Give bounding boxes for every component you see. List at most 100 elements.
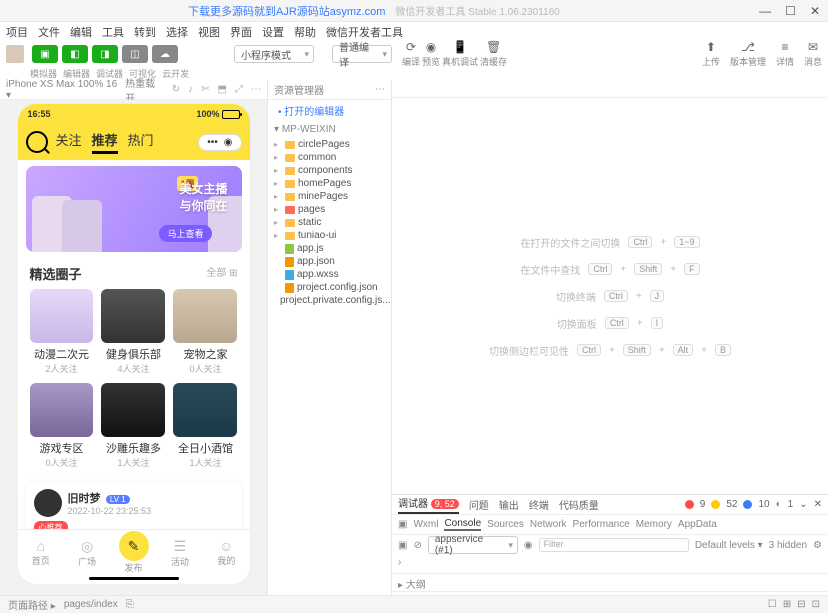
file[interactable]: app.json — [272, 255, 391, 268]
info-dot[interactable] — [743, 500, 752, 509]
menu-item[interactable]: 选择 — [166, 24, 188, 40]
panel-tab[interactable]: Console — [444, 518, 481, 531]
btn-sim[interactable]: ▣ — [32, 45, 58, 63]
menu-item[interactable]: 工具 — [102, 24, 124, 40]
folder[interactable]: ▸static — [272, 216, 391, 229]
btn-debug[interactable]: ◨ — [92, 45, 118, 63]
inspect-icon[interactable]: ▣ — [398, 540, 407, 551]
close-sim-icon[interactable]: ⋯ — [251, 84, 261, 95]
layout-icon[interactable]: ⊟ — [797, 599, 805, 610]
tabbar-item[interactable]: ⌂首页 — [18, 538, 64, 567]
post[interactable]: 旧时梦 LV 1 2022-10-22 23:25:53 心推荐 #为什么玩荷好… — [26, 481, 242, 529]
tabbar-item[interactable]: ☰活动 — [157, 538, 203, 568]
inspect-icon[interactable]: ▣ — [398, 519, 407, 530]
menu-item[interactable]: 微信开发者工具 — [326, 24, 403, 40]
banner[interactable]: 1周 美女主播 与你同在 马上查看 — [26, 166, 242, 252]
banner-btn[interactable]: 马上查看 — [159, 225, 211, 242]
tab[interactable]: 关注 — [56, 130, 82, 154]
outline[interactable]: 大纲 — [406, 580, 426, 591]
eye-icon[interactable]: ◉ — [524, 540, 533, 551]
tool-版本管理[interactable]: ⎇ — [741, 40, 755, 54]
err-dot[interactable] — [685, 500, 694, 509]
layout-icon[interactable]: ⊡ — [812, 599, 820, 610]
btn-visual[interactable]: ◫ — [122, 45, 148, 63]
circle-card[interactable]: 宠物之家0人关注 — [169, 285, 241, 379]
devtool-tab[interactable]: 终端 — [529, 497, 549, 512]
hidden-count[interactable]: 3 hidden — [769, 540, 807, 551]
warn-dot[interactable] — [711, 500, 720, 509]
tool-预览[interactable]: ◉ — [424, 40, 438, 54]
settings-icon[interactable]: ⚙ — [813, 540, 822, 551]
tab[interactable]: 热门 — [128, 130, 154, 154]
folder[interactable]: ▸common — [272, 151, 391, 164]
project-root[interactable]: ▾ MP-WEIXIN — [268, 121, 391, 138]
menu-item[interactable]: 转到 — [134, 24, 156, 40]
post-avatar[interactable] — [34, 489, 62, 517]
cut-icon[interactable]: ✄ — [201, 84, 209, 95]
mute-icon[interactable]: ♪ — [188, 84, 193, 95]
search-icon[interactable] — [26, 131, 48, 153]
layout-icon[interactable]: ☐ — [768, 599, 777, 610]
explorer-more-icon[interactable]: ⋯ — [375, 84, 385, 95]
rotate-icon[interactable]: ↻ — [172, 84, 180, 95]
folder[interactable]: ▸components — [272, 164, 391, 177]
circle-card[interactable]: 游戏专区0人关注 — [26, 379, 98, 473]
file[interactable]: project.config.json — [272, 281, 391, 294]
file[interactable]: app.wxss — [272, 268, 391, 281]
tool-消息[interactable]: ✉ — [806, 40, 820, 54]
panel-tab[interactable]: Network — [530, 519, 567, 530]
min-icon[interactable]: — — [759, 4, 771, 18]
tabbar-item[interactable]: ☺我的 — [203, 538, 249, 567]
menu-item[interactable]: 编辑 — [70, 24, 92, 40]
circle-card[interactable]: 全日小酒馆1人关注 — [169, 379, 241, 473]
menu-item[interactable]: 界面 — [230, 24, 252, 40]
mode-select[interactable]: 小程序模式 — [234, 45, 314, 63]
page-path[interactable]: pages/index — [64, 599, 118, 610]
btn-cloud[interactable]: ☁ — [152, 45, 178, 63]
menu-item[interactable]: 项目 — [6, 24, 28, 40]
tool-详情[interactable]: ≡ — [778, 40, 792, 54]
clear-icon[interactable]: ⊘ — [413, 540, 421, 551]
devtool-tab[interactable]: 代码质量 — [559, 497, 599, 512]
open-editors[interactable]: • 打开的编辑器 — [268, 100, 391, 121]
capsule[interactable]: ••• ◉ — [198, 134, 241, 151]
devtool-tab[interactable]: 输出 — [499, 497, 519, 512]
panel-tab[interactable]: AppData — [678, 519, 717, 530]
device-select[interactable]: iPhone XS Max 100% 16 ▾ — [6, 79, 119, 101]
copy-icon[interactable]: ⎘ — [126, 599, 134, 610]
target-icon[interactable]: ◉ — [224, 137, 233, 148]
circle-card[interactable]: 健身俱乐部4人关注 — [97, 285, 169, 379]
circle-card[interactable]: 沙雕乐趣多1人关注 — [97, 379, 169, 473]
tool-编译[interactable]: ⟳ — [404, 40, 418, 54]
folder[interactable]: ▸minePages — [272, 190, 391, 203]
close-icon[interactable]: ✕ — [810, 4, 820, 18]
menu-item[interactable]: 帮助 — [294, 24, 316, 40]
filter-input[interactable]: Filter — [539, 538, 689, 552]
btn-edit[interactable]: ◧ — [62, 45, 88, 63]
folder[interactable]: ▸homePages — [272, 177, 391, 190]
avatar[interactable] — [6, 45, 24, 63]
folder[interactable]: ▸circlePages — [272, 138, 391, 151]
menu-item[interactable]: 文件 — [38, 24, 60, 40]
title-link[interactable]: 下载更多源码就到AJR源码站asymz.com — [188, 3, 385, 19]
tool-上传[interactable]: ⬆ — [704, 40, 718, 54]
compile-select[interactable]: 普通编译 — [332, 45, 392, 63]
devtool-tab[interactable]: 问题 — [469, 497, 489, 512]
devtool-tab[interactable]: 调试器 9, 52 — [398, 495, 459, 514]
more-icon[interactable]: ••• — [207, 137, 218, 148]
file[interactable]: app.js — [272, 242, 391, 255]
tab[interactable]: 推荐 — [92, 130, 118, 154]
levels-select[interactable]: Default levels ▾ — [695, 540, 763, 551]
tabbar-item[interactable]: ◎广场 — [64, 538, 110, 568]
folder[interactable]: ▸pages — [272, 203, 391, 216]
circle-card[interactable]: 动漫二次元2人关注 — [26, 285, 98, 379]
folder[interactable]: ▸tuniao-ui — [272, 229, 391, 242]
tool-真机调试[interactable]: 📱 — [453, 40, 467, 54]
panel-tab[interactable]: Performance — [573, 519, 630, 530]
max-icon[interactable]: ☐ — [785, 4, 796, 18]
panel-tab[interactable]: Sources — [487, 519, 524, 530]
layout-icon[interactable]: ⊞ — [783, 599, 791, 610]
panel-tab[interactable]: Wxml — [413, 519, 438, 530]
detach-icon[interactable]: ⤢ — [235, 84, 243, 95]
tabbar-item[interactable]: ✎发布 — [110, 531, 156, 574]
